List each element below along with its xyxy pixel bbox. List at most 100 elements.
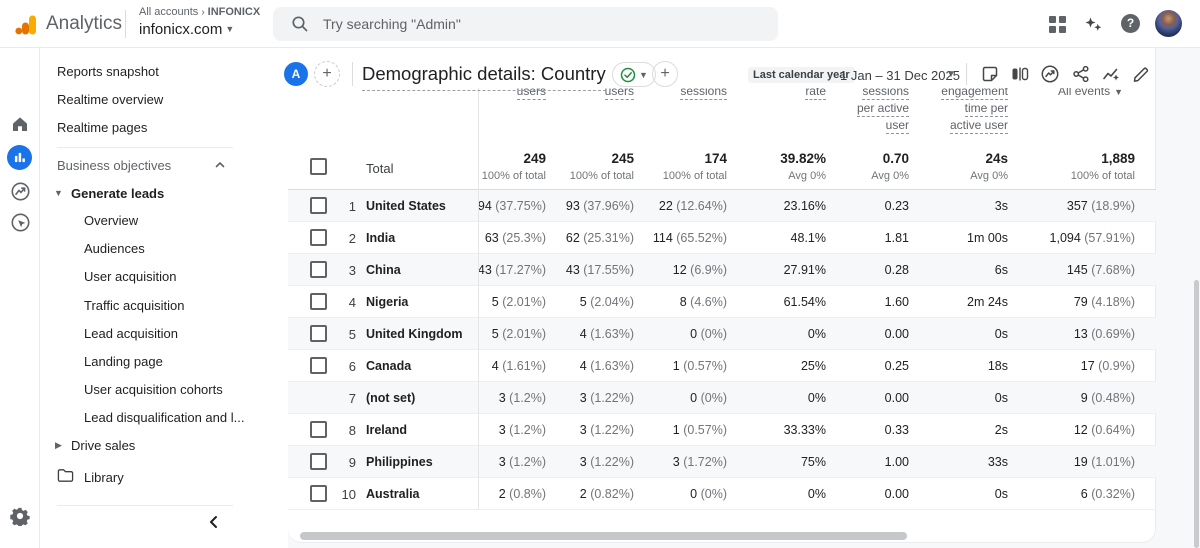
table-row-nigeria: 4Nigeria5 (2.01%)5 (2.04%)8 (4.6%)61.54%…: [288, 286, 1156, 318]
metric-cell: 33.33%: [784, 423, 826, 437]
workspace-avatar[interactable]: A: [284, 62, 308, 86]
column-header-all-events[interactable]: All events▼: [1058, 88, 1123, 101]
column-header-sessions-per-active-user[interactable]: sessionsper activeuser: [857, 88, 909, 134]
reports-sidebar: Reports snapshot Realtime overview Realt…: [41, 48, 288, 548]
country-name: Ireland: [366, 423, 407, 437]
sidebar-item-lead-acquisition[interactable]: Lead acquisition: [84, 326, 178, 341]
row-checkbox[interactable]: [310, 453, 327, 470]
chevron-up-icon[interactable]: [213, 158, 227, 172]
metric-cell: 25%: [801, 359, 826, 373]
share-icon[interactable]: [1071, 64, 1091, 84]
expand-arrow-icon[interactable]: ▶: [55, 440, 62, 451]
metric-cell: 0%: [808, 487, 826, 501]
column-header-sessions[interactable]: sessions: [680, 88, 727, 100]
collapse-sidebar-icon[interactable]: [206, 514, 224, 532]
gemini-sparkle-icon[interactable]: [1084, 15, 1104, 35]
analytics-logo-icon[interactable]: [14, 13, 38, 37]
note-icon[interactable]: [980, 64, 1000, 84]
row-checkbox[interactable]: [310, 325, 327, 342]
column-header-engagement-time-per-active-user[interactable]: engagementtime peractive user: [941, 88, 1008, 134]
home-icon[interactable]: [10, 114, 30, 134]
metric-cell: 22 (12.64%): [659, 199, 727, 213]
row-checkbox[interactable]: [310, 229, 327, 246]
row-checkbox[interactable]: [310, 485, 327, 502]
settings-gear-icon[interactable]: [10, 506, 30, 526]
country-name: China: [366, 263, 401, 277]
sidebar-section-business-objectives[interactable]: Business objectives: [57, 158, 171, 173]
metric-cell: 3 (1.2%): [499, 423, 546, 437]
row-checkbox[interactable]: [310, 293, 327, 310]
metric-cell: 62 (25.31%): [566, 231, 634, 245]
vertical-scrollbar[interactable]: [1194, 280, 1199, 548]
sidebar-item-user-acquisition[interactable]: User acquisition: [84, 269, 177, 284]
sidebar-item-traffic-acquisition[interactable]: Traffic acquisition: [84, 298, 184, 313]
chevron-down-icon: ▼: [225, 24, 234, 34]
sidebar-item-library[interactable]: Library: [84, 470, 124, 485]
metric-cell: 0.00: [885, 391, 909, 405]
metric-cell: 5 (2.01%): [492, 295, 546, 309]
apps-grid-icon[interactable]: [1048, 15, 1068, 35]
report-status-chip[interactable]: ▼: [612, 62, 656, 87]
metric-cell: 3 (1.2%): [499, 391, 546, 405]
metric-cell: 1.60: [885, 295, 909, 309]
search-bar[interactable]: [273, 7, 778, 41]
sidebar-item-overview[interactable]: Overview: [84, 213, 138, 228]
metric-cell: 4 (1.61%): [492, 359, 546, 373]
metric-cell: 1.00: [885, 455, 909, 469]
sidebar-item-generate-leads[interactable]: Generate leads: [71, 186, 164, 201]
help-icon[interactable]: ?: [1121, 14, 1140, 33]
horizontal-scrollbar[interactable]: [300, 532, 907, 540]
account-breadcrumb[interactable]: All accounts›INFONICX: [139, 6, 260, 18]
column-header-users[interactable]: users: [605, 88, 634, 100]
select-all-checkbox[interactable]: [310, 158, 327, 175]
metric-cell: 94 (37.75%): [478, 199, 546, 213]
total-cell: 24sAvg 0%: [970, 151, 1008, 182]
total-cell: 1,889100% of total: [1071, 151, 1135, 182]
metric-cell: 3 (1.22%): [580, 455, 634, 469]
comparison-icon[interactable]: [1010, 64, 1030, 84]
sidebar-item-landing-page[interactable]: Landing page: [84, 354, 163, 369]
table-row-china: 3China43 (17.27%)43 (17.55%)12 (6.9%)27.…: [288, 254, 1156, 286]
column-header-rate[interactable]: rate: [805, 88, 826, 100]
add-report-tab-button[interactable]: +: [652, 61, 678, 87]
add-comparison-button[interactable]: +: [314, 61, 340, 87]
user-avatar[interactable]: [1155, 10, 1182, 37]
chevron-down-icon[interactable]: ▼: [946, 69, 956, 80]
sidebar-item-audiences[interactable]: Audiences: [84, 241, 145, 256]
row-checkbox[interactable]: [310, 421, 327, 438]
row-checkbox[interactable]: [310, 261, 327, 278]
country-name: (not set): [366, 391, 415, 405]
chevron-down-icon[interactable]: ▼: [1114, 88, 1123, 98]
sidebar-item-user-acquisition-cohorts[interactable]: User acquisition cohorts: [84, 382, 223, 397]
row-checkbox[interactable]: [310, 357, 327, 374]
sidebar-item-realtime-pages[interactable]: Realtime pages: [57, 120, 147, 135]
top-app-bar: Analytics All accounts›INFONICX infonicx…: [0, 0, 1200, 48]
insights-circle-icon[interactable]: [1040, 64, 1060, 84]
property-switcher[interactable]: infonicx.com▼: [139, 21, 234, 38]
sidebar-item-realtime-overview[interactable]: Realtime overview: [57, 92, 163, 107]
explore-icon[interactable]: [10, 181, 30, 201]
metric-cell: 0.00: [885, 327, 909, 341]
sidebar-item-reports-snapshot[interactable]: Reports snapshot: [57, 64, 159, 79]
total-cell: 0.70Avg 0%: [871, 151, 909, 182]
row-number: 4: [328, 295, 356, 310]
table-row-philippines: 9Philippines3 (1.2%)3 (1.22%)3 (1.72%)75…: [288, 446, 1156, 478]
row-number: 1: [328, 199, 356, 214]
metric-cell: 1m 00s: [967, 231, 1008, 245]
collapse-arrow-icon[interactable]: ▼: [54, 188, 63, 198]
sidebar-item-drive-sales[interactable]: Drive sales: [71, 438, 135, 453]
search-input[interactable]: [323, 16, 743, 32]
advertising-icon[interactable]: [10, 212, 30, 232]
edit-pencil-icon[interactable]: [1131, 64, 1151, 84]
report-title[interactable]: Demographic details: Country: [362, 63, 606, 91]
date-range-selector[interactable]: 1 Jan – 31 Dec 2025: [840, 68, 960, 83]
table-row-canada: 6Canada4 (1.61%)4 (1.63%)1 (0.57%)25%0.2…: [288, 350, 1156, 382]
auto-insights-icon[interactable]: [1101, 64, 1121, 84]
date-preset-label: Last calendar year: [748, 67, 855, 83]
sidebar-item-lead-disqualification-and-l[interactable]: Lead disqualification and l...: [84, 410, 244, 425]
metric-cell: 2m 24s: [967, 295, 1008, 309]
metric-cell: 33s: [988, 455, 1008, 469]
row-checkbox[interactable]: [310, 197, 327, 214]
reports-icon[interactable]: [7, 145, 32, 170]
row-number: 9: [328, 455, 356, 470]
